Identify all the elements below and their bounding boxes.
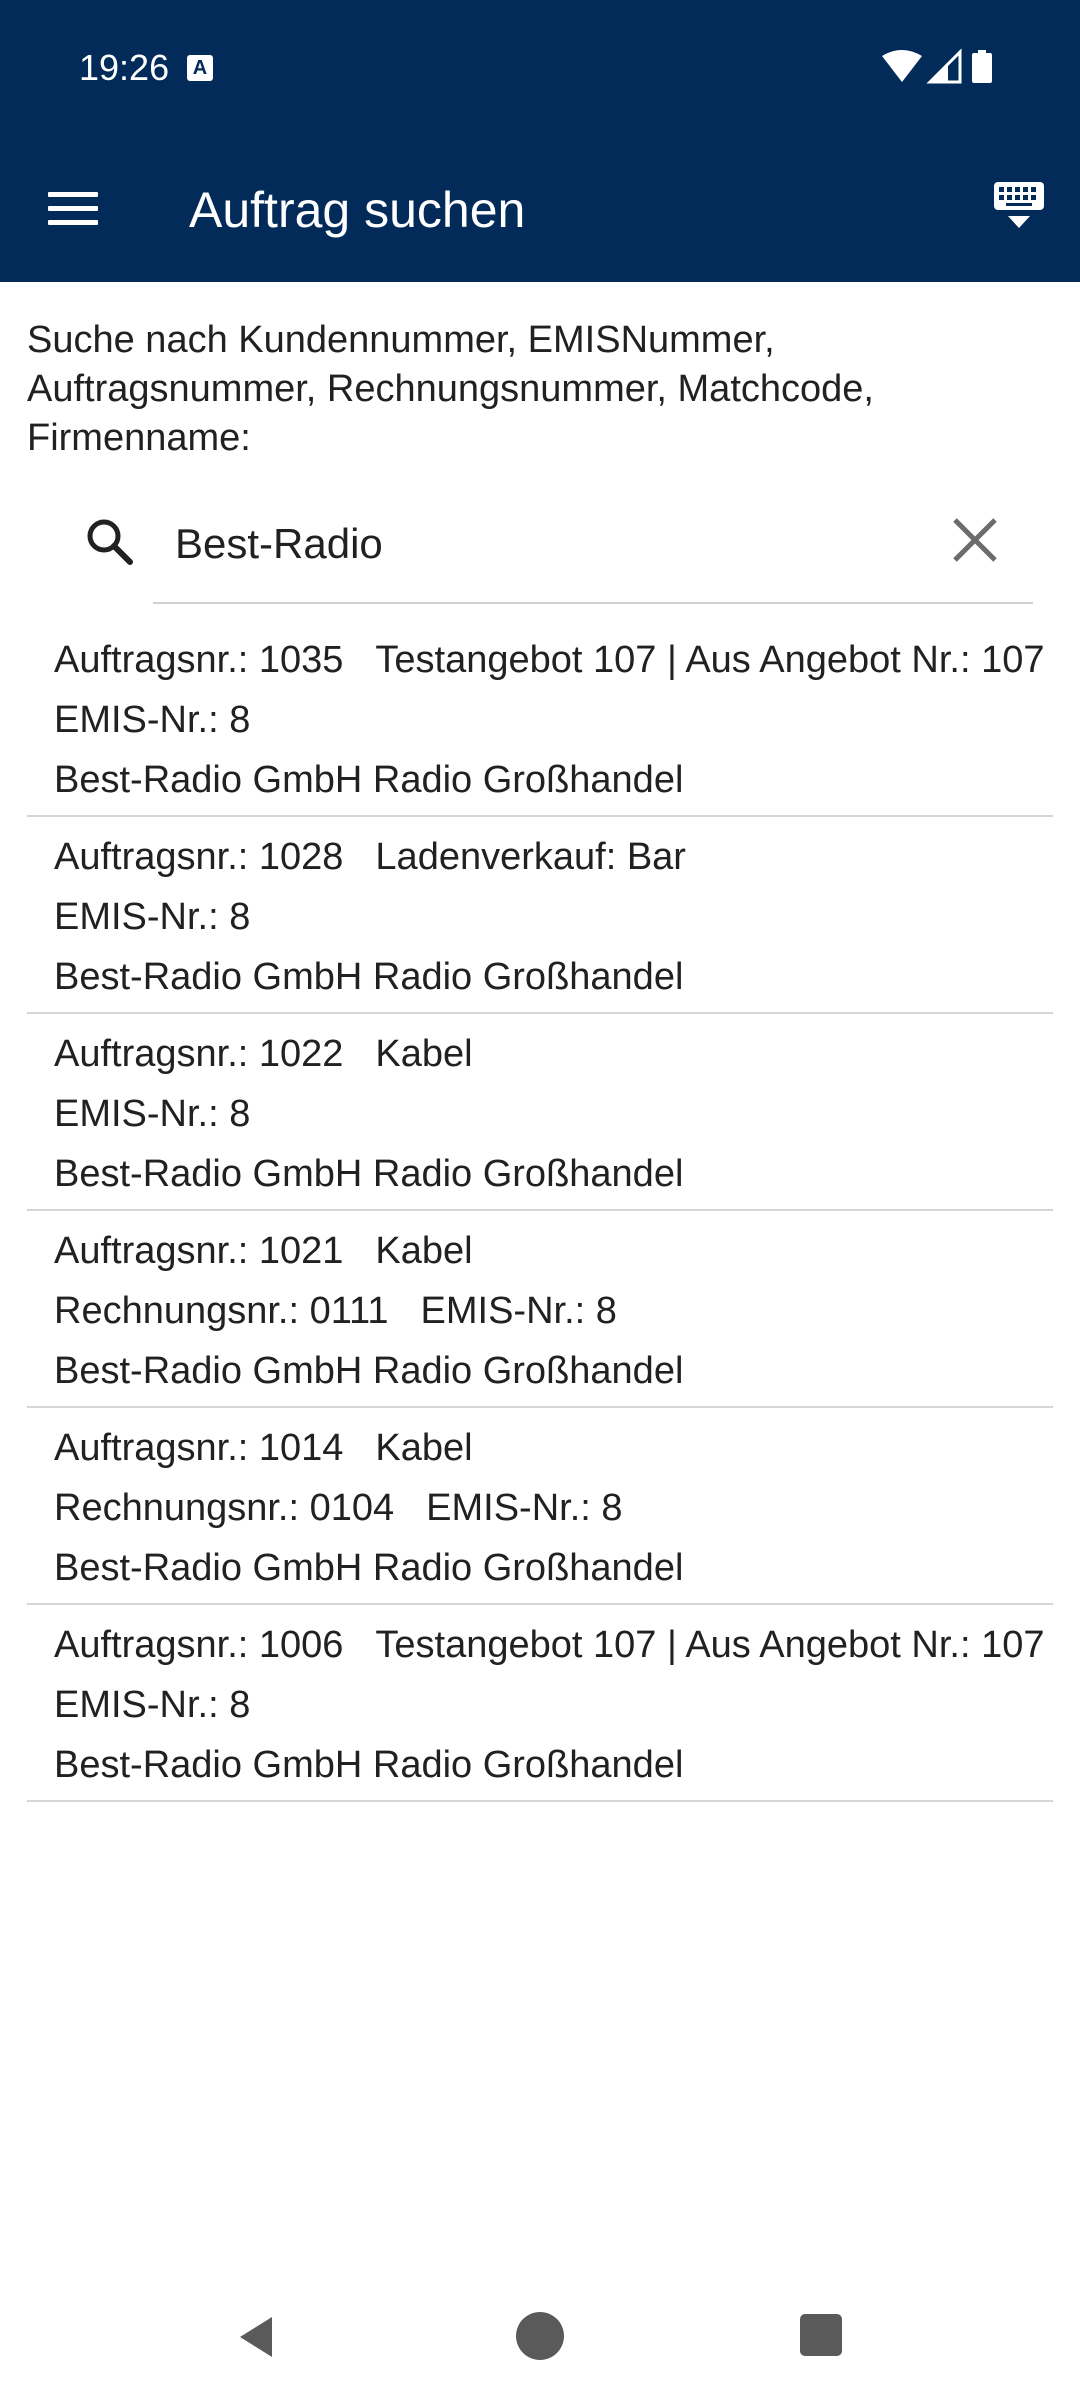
order-description: Testangebot 107 | Aus Angebot Nr.: 107: [375, 1624, 1045, 1666]
app-bar: 19:26 A Auftrag suchen: [0, 0, 1080, 282]
company-name: Best-Radio GmbH Radio Großhandel: [54, 1744, 684, 1786]
order-number: Auftragsnr.: 1021: [54, 1230, 344, 1272]
home-icon[interactable]: [516, 2312, 564, 2360]
recent-apps-icon[interactable]: [800, 2314, 842, 2356]
company-name: Best-Radio GmbH Radio Großhandel: [54, 1350, 684, 1392]
keyboard-hide-icon[interactable]: [986, 172, 1060, 246]
emis-line: EMIS-Nr.: 8: [54, 1681, 1053, 1730]
list-item[interactable]: Auftragsnr.: 1035 Testangebot 107 | Aus A…: [27, 620, 1053, 817]
search-underline: [153, 602, 1033, 604]
wifi-icon: [882, 50, 922, 82]
order-description: Ladenverkauf: Bar: [375, 836, 686, 878]
search-hint: Suche nach Kundennummer, EMISNummer, Auf…: [27, 319, 874, 459]
company-name: Best-Radio GmbH Radio Großhandel: [54, 759, 684, 801]
invoice-emis-line: Rechnungsnr.: 0104 EMIS-Nr.: 8: [54, 1484, 1053, 1533]
order-description: Testangebot 107 | Aus Angebot Nr.: 107: [375, 639, 1045, 681]
search-input[interactable]: [153, 505, 945, 583]
emis-line: EMIS-Nr.: 8: [54, 696, 1053, 745]
emis-number: EMIS-Nr.: 8: [54, 1684, 251, 1726]
emis-number: EMIS-Nr.: 8: [426, 1487, 623, 1529]
emis-number: EMIS-Nr.: 8: [420, 1290, 617, 1332]
order-number: Auftragsnr.: 1028: [54, 836, 344, 878]
status-icons: [880, 48, 1010, 88]
order-description: Kabel: [375, 1033, 473, 1075]
emis-line: EMIS-Nr.: 8: [54, 1090, 1053, 1139]
company-name: Best-Radio GmbH Radio Großhandel: [54, 1153, 684, 1195]
order-line: Auftragsnr.: 1035 Testangebot 107 | Aus A…: [54, 636, 1053, 685]
status-time: 19:26: [79, 47, 170, 88]
emis-number: EMIS-Nr.: 8: [54, 1093, 251, 1135]
list-item[interactable]: Auftragsnr.: 1006 Testangebot 107 | Aus A…: [27, 1605, 1053, 1802]
order-line: Auftragsnr.: 1028 Ladenverkauf: Bar: [54, 833, 1053, 882]
order-number: Auftragsnr.: 1022: [54, 1033, 344, 1075]
order-line: Auftragsnr.: 1014 Kabel: [54, 1424, 1053, 1473]
list-item[interactable]: Auftragsnr.: 1021 Kabel Rechnungsnr.: 011…: [27, 1211, 1053, 1408]
order-line: Auftragsnr.: 1021 Kabel: [54, 1227, 1053, 1276]
list-item[interactable]: Auftragsnr.: 1028 Ladenverkauf: Bar EMIS-…: [27, 817, 1053, 1014]
list-item[interactable]: Auftragsnr.: 1014 Kabel Rechnungsnr.: 010…: [27, 1408, 1053, 1605]
order-description: Kabel: [375, 1427, 473, 1469]
page-title: Auftrag suchen: [189, 182, 526, 238]
invoice-number: Rechnungsnr.: 0104: [54, 1487, 395, 1529]
list-item[interactable]: Auftragsnr.: 1022 Kabel EMIS-Nr.: 8 Best-…: [27, 1014, 1053, 1211]
signal-icon: [926, 48, 962, 84]
search-icon: [80, 512, 140, 572]
order-line: Auftragsnr.: 1006 Testangebot 107 | Aus A…: [54, 1621, 1053, 1670]
emis-line: EMIS-Nr.: 8: [54, 893, 1053, 942]
invoice-number: Rechnungsnr.: 0111: [54, 1290, 389, 1332]
invoice-emis-line: Rechnungsnr.: 0111 EMIS-Nr.: 8: [54, 1287, 1053, 1336]
a-notification-icon: A: [187, 55, 213, 81]
hamburger-menu-icon[interactable]: [40, 180, 106, 238]
emis-number: EMIS-Nr.: 8: [54, 699, 251, 741]
company-name: Best-Radio GmbH Radio Großhandel: [54, 1547, 684, 1589]
back-icon[interactable]: [232, 2312, 282, 2362]
battery-icon: [972, 50, 992, 83]
results-list: Auftragsnr.: 1035 Testangebot 107 | Aus A…: [27, 620, 1053, 1802]
order-number: Auftragsnr.: 1006: [54, 1624, 344, 1666]
order-description: Kabel: [375, 1230, 473, 1272]
order-number: Auftragsnr.: 1014: [54, 1427, 344, 1469]
company-name: Best-Radio GmbH Radio Großhandel: [54, 956, 684, 998]
order-number: Auftragsnr.: 1035: [54, 639, 344, 681]
emis-number: EMIS-Nr.: 8: [54, 896, 251, 938]
order-line: Auftragsnr.: 1022 Kabel: [54, 1030, 1053, 1079]
close-icon[interactable]: [945, 510, 1005, 570]
navigation-bar: [0, 2290, 1080, 2380]
